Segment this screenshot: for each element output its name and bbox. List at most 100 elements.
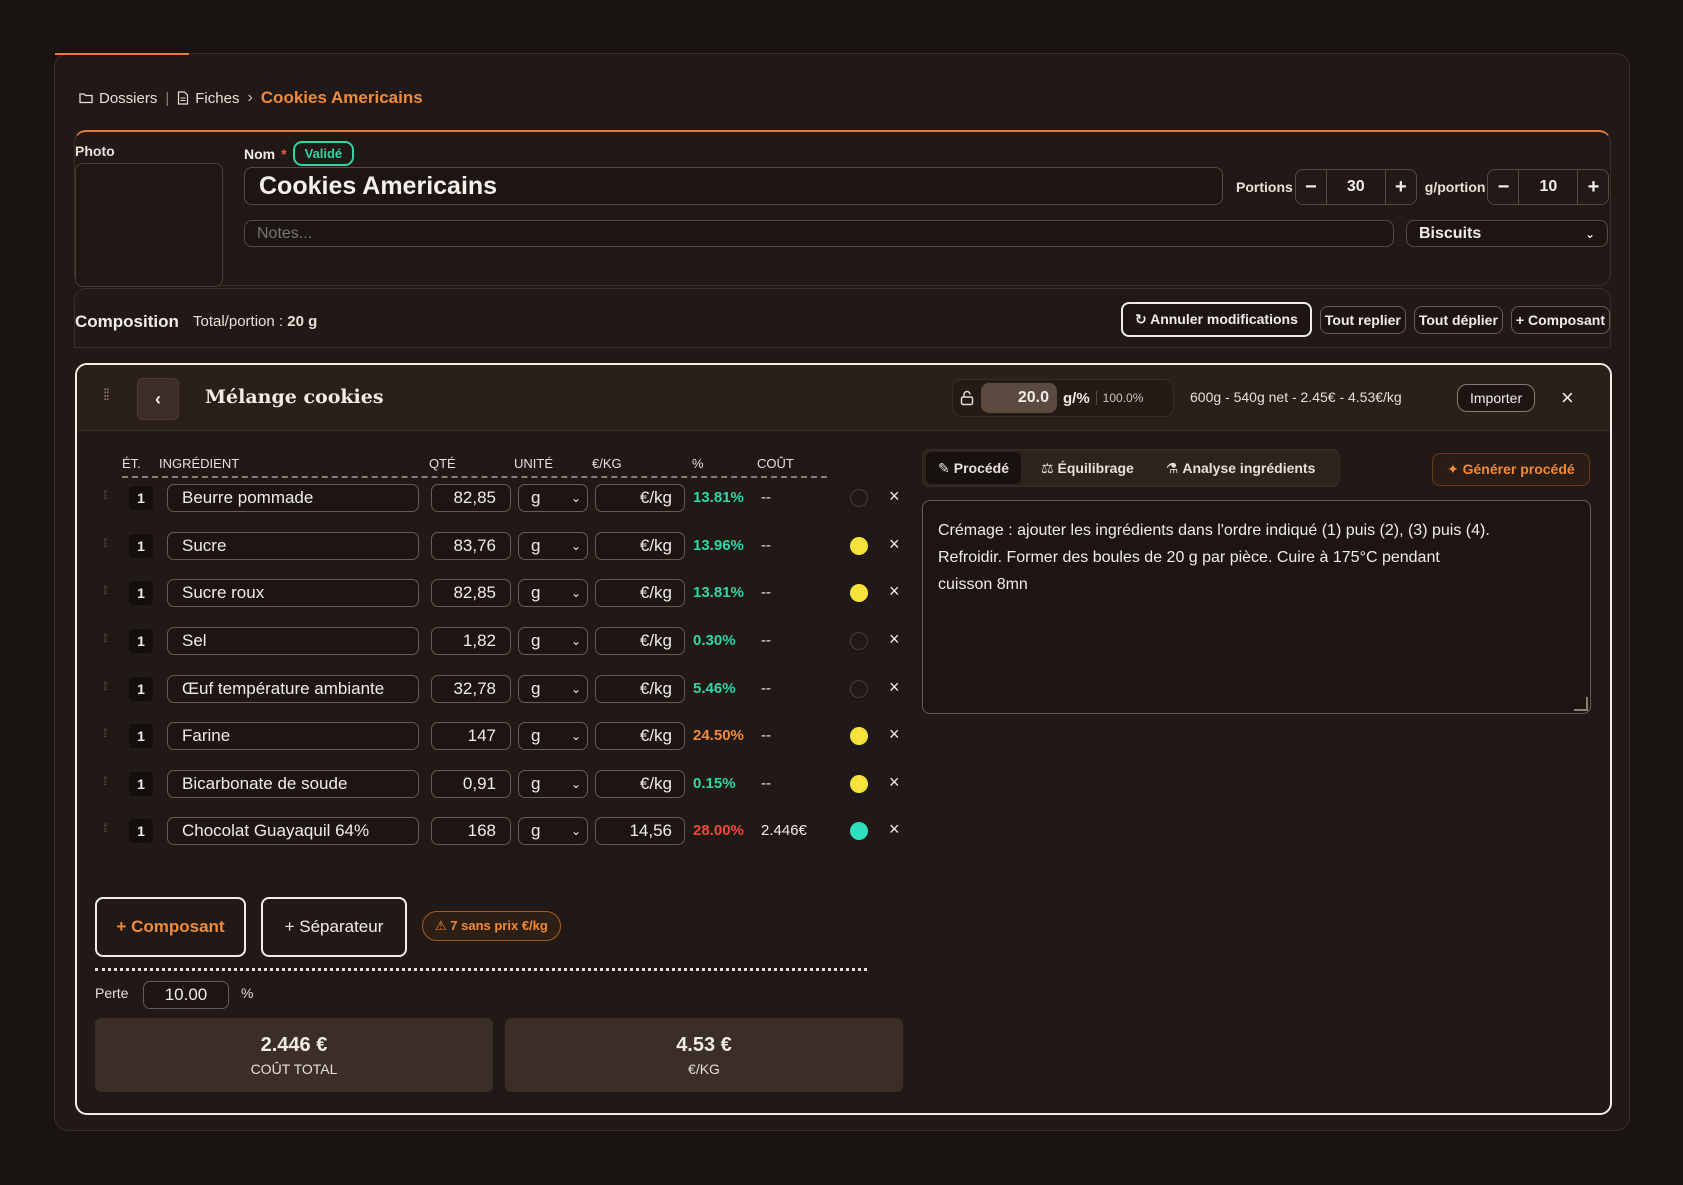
price-per-kg-input[interactable]: €/kg [595, 722, 685, 750]
drag-handle-icon[interactable]: ⁞⁞ [103, 679, 107, 693]
price-per-kg-input[interactable]: €/kg [595, 627, 685, 655]
ingredient-name-input[interactable]: Sucre [167, 532, 419, 560]
drag-handle-icon[interactable]: ⁞⁞ [103, 387, 110, 405]
expand-all-button[interactable]: Tout déplier [1413, 305, 1503, 334]
drag-handle-icon[interactable]: ⁞⁞ [103, 821, 107, 835]
drag-handle-icon[interactable]: ⁞⁞ [103, 631, 107, 645]
breadcrumb: Dossiers | Fiches › Cookies Americains [79, 88, 423, 108]
unit-select[interactable]: g ⌄ [518, 579, 588, 607]
gportion-increment-button[interactable]: + [1578, 170, 1609, 204]
generate-procede-button[interactable]: ✦ Générer procédé [1432, 453, 1590, 486]
col-unit: UNITÉ [514, 456, 553, 471]
recipe-name-input[interactable] [244, 167, 1223, 205]
price-per-kg-input[interactable]: €/kg [595, 484, 685, 512]
quantity-input[interactable]: 147 [431, 722, 511, 750]
status-dot [850, 727, 868, 745]
chevron-right-icon: › [247, 89, 253, 106]
step-number[interactable]: 1 [129, 534, 153, 558]
quantity-input[interactable]: 82,85 [431, 484, 511, 512]
portions-increment-button[interactable]: + [1385, 170, 1416, 204]
price-per-kg-input[interactable]: €/kg [595, 532, 685, 560]
cost-value: 2.446€ [761, 822, 807, 839]
photo-upload[interactable] [75, 163, 223, 287]
add-component-button[interactable]: + Composant [95, 897, 246, 957]
delete-row-icon[interactable]: × [889, 581, 900, 602]
perte-input[interactable]: 10.00 [143, 981, 229, 1009]
delete-row-icon[interactable]: × [889, 534, 900, 555]
step-number[interactable]: 1 [129, 581, 153, 605]
delete-row-icon[interactable]: × [889, 772, 900, 793]
quantity-input[interactable]: 0,91 [431, 770, 511, 798]
notes-input[interactable] [244, 220, 1394, 247]
delete-row-icon[interactable]: × [889, 819, 900, 840]
quantity-input[interactable]: 32,78 [431, 675, 511, 703]
unit-select[interactable]: g ⌄ [518, 722, 588, 750]
price-per-kg-input[interactable]: €/kg [595, 770, 685, 798]
breadcrumb-dossiers[interactable]: Dossiers [79, 90, 157, 107]
delete-row-icon[interactable]: × [889, 677, 900, 698]
ingredient-name-input[interactable]: Farine [167, 722, 419, 750]
col-qty: QTÉ [429, 456, 456, 471]
delete-row-icon[interactable]: × [889, 629, 900, 650]
tab-equilibrage[interactable]: ⚖ Équilibrage [1029, 452, 1146, 484]
drag-handle-icon[interactable]: ⁞⁞ [103, 583, 107, 597]
price-per-kg-input[interactable]: €/kg [595, 675, 685, 703]
category-select[interactable]: Biscuits ⌄ [1406, 220, 1608, 247]
resize-handle-icon[interactable] [1574, 697, 1588, 711]
ingredient-name-input[interactable]: Œuf température ambiante [167, 675, 419, 703]
delete-row-icon[interactable]: × [889, 724, 900, 745]
drag-handle-icon[interactable]: ⁞⁞ [103, 726, 107, 740]
portions-value[interactable]: 30 [1325, 170, 1386, 204]
collapse-group-button[interactable]: ‹ [137, 378, 179, 420]
step-number[interactable]: 1 [129, 724, 153, 748]
weight-unit-toggle[interactable]: g/% [1063, 390, 1090, 407]
step-number[interactable]: 1 [129, 772, 153, 796]
unit-select[interactable]: g ⌄ [518, 627, 588, 655]
quantity-input[interactable]: 1,82 [431, 627, 511, 655]
ingredient-name-input[interactable]: Sel [167, 627, 419, 655]
collapse-all-button[interactable]: Tout replier [1319, 305, 1406, 334]
price-per-kg-input[interactable]: 14,56 [595, 817, 685, 845]
ingredient-name-input[interactable]: Bicarbonate de soude [167, 770, 419, 798]
price-per-kg-input[interactable]: €/kg [595, 579, 685, 607]
drag-handle-icon[interactable]: ⁞⁞ [103, 488, 107, 502]
unit-select[interactable]: g ⌄ [518, 532, 588, 560]
import-button[interactable]: Importer [1457, 384, 1536, 412]
drag-handle-icon[interactable]: ⁞⁞ [103, 536, 107, 550]
ingredient-name-input[interactable]: Sucre roux [167, 579, 419, 607]
status-badge[interactable]: Validé [292, 141, 355, 166]
ingredient-name-input[interactable]: Chocolat Guayaquil 64% [167, 817, 419, 845]
close-icon[interactable]: × [1561, 385, 1574, 411]
gportion-value[interactable]: 10 [1518, 170, 1579, 204]
breadcrumb-fiches[interactable]: Fiches [177, 90, 239, 107]
quantity-input[interactable]: 83,76 [431, 532, 511, 560]
unit-select[interactable]: g ⌄ [518, 675, 588, 703]
procede-textarea[interactable]: Crémage : ajouter les ingrédients dans l… [922, 500, 1591, 714]
cancel-changes-button[interactable]: ↻ Annuler modifications [1120, 302, 1312, 337]
group-weight-input[interactable]: 20.0 [981, 383, 1057, 413]
drag-handle-icon[interactable]: ⁞⁞ [103, 774, 107, 788]
step-number[interactable]: 1 [129, 819, 153, 843]
add-component-top-button[interactable]: + Composant [1510, 305, 1610, 334]
unit-select[interactable]: g ⌄ [518, 817, 588, 845]
tab-procede[interactable]: ✎ Procédé [926, 452, 1021, 484]
total-cost-value: 2.446 € [260, 1033, 328, 1056]
quantity-input[interactable]: 168 [431, 817, 511, 845]
tab-analyse[interactable]: ⚗ Analyse ingrédients [1154, 452, 1328, 484]
recipe-header-card: Photo Nom * Validé Portions − 30 + g/por… [74, 130, 1611, 287]
lock-icon[interactable] [959, 390, 975, 406]
step-number[interactable]: 1 [129, 677, 153, 701]
total-cost-label: COÛT TOTAL [250, 1060, 338, 1077]
ingredient-name-input[interactable]: Beurre pommade [167, 484, 419, 512]
portions-decrement-button[interactable]: − [1295, 170, 1326, 204]
gportion-stepper: − 10 + [1487, 169, 1610, 205]
delete-row-icon[interactable]: × [889, 486, 900, 507]
step-number[interactable]: 1 [129, 629, 153, 653]
unit-select[interactable]: g ⌄ [518, 484, 588, 512]
gportion-decrement-button[interactable]: − [1488, 170, 1519, 204]
quantity-input[interactable]: 82,85 [431, 579, 511, 607]
unit-select[interactable]: g ⌄ [518, 770, 588, 798]
step-number[interactable]: 1 [129, 486, 153, 510]
add-separator-button[interactable]: + Séparateur [261, 897, 407, 957]
ingredient-table-header: ÉT. INGRÉDIENT QTÉ UNITÉ €/KG % COÛT [122, 456, 827, 478]
